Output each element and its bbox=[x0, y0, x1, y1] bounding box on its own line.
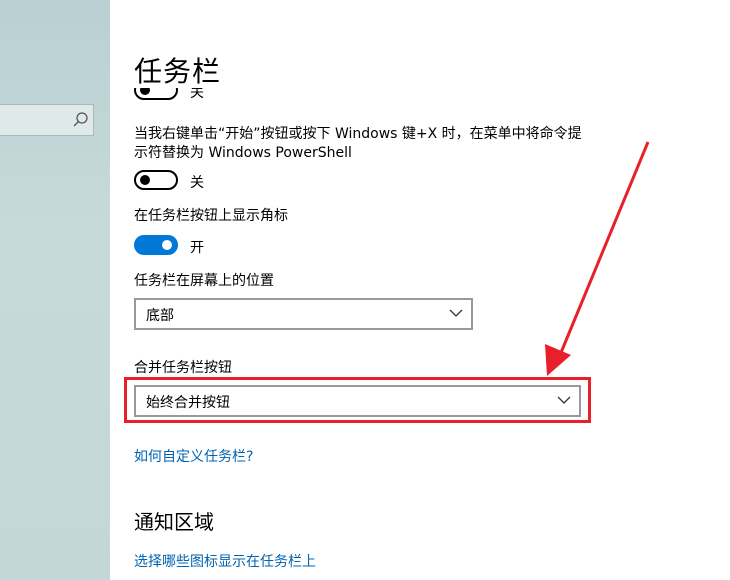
annotation-highlight-box bbox=[124, 377, 591, 423]
badges-toggle-switch[interactable] bbox=[134, 235, 178, 255]
position-dropdown[interactable]: 底部 bbox=[134, 298, 473, 330]
powershell-toggle-state: 关 bbox=[190, 175, 204, 191]
settings-main-pane: 任务栏 关 当我右键单击“开始”按钮或按下 Windows 键+X 时，在菜单中… bbox=[110, 0, 730, 580]
customize-taskbar-link[interactable]: 如何自定义任务栏? bbox=[134, 446, 253, 466]
search-input[interactable] bbox=[0, 104, 94, 136]
page-title: 任务栏 bbox=[134, 55, 222, 88]
badges-label: 在任务栏按钮上显示角标 bbox=[134, 208, 288, 224]
left-navigation-pane bbox=[0, 0, 110, 580]
combine-label: 合并任务栏按钮 bbox=[134, 360, 232, 376]
notification-area-heading: 通知区域 bbox=[134, 510, 214, 534]
toggle-knob bbox=[140, 88, 150, 95]
toggle-knob bbox=[162, 240, 172, 250]
chevron-down-icon bbox=[449, 309, 463, 317]
toggle-knob bbox=[140, 175, 150, 185]
scrolled-toggle-row: 关 bbox=[110, 88, 730, 102]
search-icon[interactable] bbox=[72, 111, 90, 129]
partial-toggle-switch[interactable] bbox=[134, 88, 178, 100]
badges-toggle-state: 开 bbox=[190, 240, 204, 256]
powershell-label-line1: 当我右键单击“开始”按钮或按下 Windows 键+X 时，在菜单中将命令提 bbox=[134, 126, 582, 142]
powershell-label-line2: 示符替换为 Windows PowerShell bbox=[134, 145, 352, 161]
position-label: 任务栏在屏幕上的位置 bbox=[134, 273, 274, 289]
powershell-toggle-switch[interactable] bbox=[134, 170, 178, 190]
position-dropdown-value: 底部 bbox=[146, 308, 174, 324]
partial-toggle-state: 关 bbox=[190, 88, 204, 101]
select-taskbar-icons-link[interactable]: 选择哪些图标显示在任务栏上 bbox=[134, 551, 316, 571]
